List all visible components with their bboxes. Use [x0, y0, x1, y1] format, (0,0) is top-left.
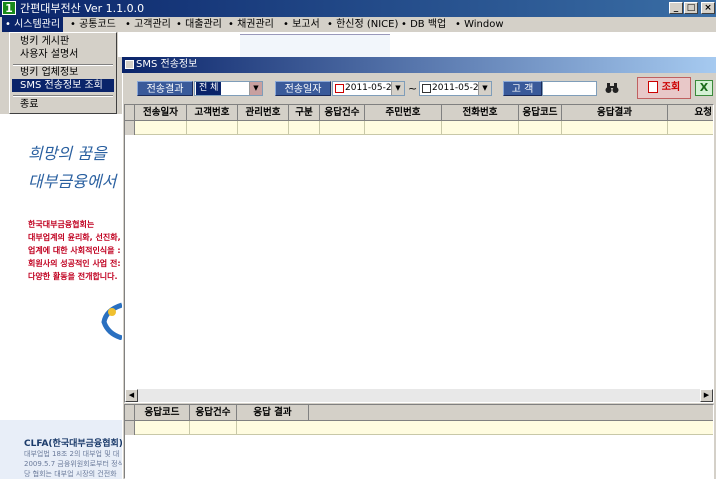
menu-report[interactable]: • 보고서 — [283, 17, 320, 32]
header-filler — [309, 405, 713, 421]
menu-system[interactable]: • 시스템관리 — [2, 17, 64, 32]
date-label: 전송일자 — [275, 81, 331, 96]
sms-response-grid[interactable]: 응답코드 응답건수 응답 결과 — [124, 404, 714, 479]
date-to-value: 2011-05-20 — [432, 83, 485, 93]
menu-item-manual[interactable]: 사용자 설명서 — [12, 48, 114, 61]
assoc-line: 한국대부금융협회는 — [28, 220, 95, 229]
date-to-picker[interactable]: 2011-05-20 ▼ — [419, 81, 492, 96]
mascot-image — [100, 300, 123, 341]
col-header[interactable]: 응답건수 — [190, 405, 237, 421]
menu-item-board[interactable]: 벙키 게시판 — [12, 35, 114, 48]
result-select[interactable]: 전 체 ▼ — [194, 81, 263, 96]
close-window-button[interactable]: × — [701, 2, 715, 14]
sms-window-title: SMS 전송정보 — [136, 59, 198, 70]
customer-label: 고 객 — [503, 81, 542, 96]
window-title: 간편대부전산 Ver 1.1.0.0 — [20, 2, 145, 15]
date-to-checkbox[interactable] — [422, 84, 431, 93]
scroll-left-icon[interactable]: ◀ — [125, 389, 138, 402]
grid-cell[interactable] — [190, 421, 237, 435]
chevron-down-icon[interactable]: ▼ — [478, 82, 491, 95]
menu-common-code[interactable]: • 공통코드 — [70, 17, 116, 32]
clfa-title: CLFA(한국대부금융협회)는 — [24, 439, 132, 449]
grid-cell[interactable] — [442, 121, 519, 135]
col-header[interactable]: 응답건수 — [320, 105, 365, 121]
grid-cell[interactable] — [365, 121, 442, 135]
col-header[interactable]: 관리번호 — [238, 105, 289, 121]
menu-bond[interactable]: • 채권관리 — [228, 17, 274, 32]
col-header[interactable]: 요청 — [668, 105, 713, 121]
customer-input[interactable] — [542, 81, 597, 96]
chevron-down-icon[interactable]: ▼ — [249, 82, 262, 95]
slogan-line-1: 희망의 꿈을 — [28, 144, 107, 163]
sms-window-titlebar: SMS 전송정보 — [122, 57, 716, 73]
menu-db-backup[interactable]: • DB 백업 — [401, 17, 446, 32]
menubar: • 시스템관리 • 공통코드 • 고객관리 • 대출관리 • 채권관리 • 보고… — [0, 17, 716, 32]
minimize-button[interactable]: _ — [669, 2, 683, 14]
grid-cell[interactable] — [668, 121, 713, 135]
search-button[interactable]: 조회 — [637, 77, 691, 99]
grid-cell[interactable] — [135, 421, 190, 435]
result-select-value: 전 체 — [196, 82, 222, 95]
col-header[interactable]: 구분 — [289, 105, 320, 121]
grid-cell[interactable] — [562, 121, 668, 135]
col-header[interactable]: 응답코드 — [519, 105, 562, 121]
app-icon: 1 — [2, 1, 16, 15]
menu-loan[interactable]: • 대출관리 — [176, 17, 222, 32]
clfa-line: 대부업법 18조 2의 대부업 및 대 — [24, 450, 120, 458]
grid-corner — [125, 405, 135, 421]
row-header[interactable] — [125, 121, 135, 135]
horizontal-scrollbar[interactable]: ◀ ▶ — [125, 389, 713, 402]
menu-separator — [13, 95, 113, 97]
menu-customer[interactable]: • 고객관리 — [125, 17, 171, 32]
assoc-line: 다양한 활동을 전개합니다. — [28, 272, 118, 281]
grid-cell[interactable] — [187, 121, 238, 135]
date-from-picker[interactable]: 2011-05-20 ▼ — [332, 81, 405, 96]
background-window-strip — [118, 32, 716, 57]
menu-nice[interactable]: • 한신정 (NICE) — [327, 17, 398, 32]
grid-cell[interactable] — [289, 121, 320, 135]
result-label: 전송결과 — [137, 81, 193, 96]
menu-item-exit[interactable]: 종료 — [12, 98, 114, 111]
assoc-line: 대부업계의 윤리화, 선진화, — [28, 233, 121, 242]
col-header[interactable]: 전화번호 — [442, 105, 519, 121]
col-header[interactable]: 응답코드 — [135, 405, 190, 421]
background-banner — [240, 34, 390, 57]
row-header[interactable] — [125, 421, 135, 435]
menu-window[interactable]: • Window — [455, 17, 504, 32]
search-button-label: 조회 — [661, 82, 681, 93]
main-title-bar: 1 간편대부전산 Ver 1.1.0.0 _ □ × — [0, 0, 716, 17]
restore-button[interactable]: □ — [684, 2, 698, 14]
excel-close-button[interactable]: X — [695, 80, 713, 96]
grid-cell[interactable] — [238, 121, 289, 135]
menu-item-sms-inquiry[interactable]: SMS 전송정보 조회 — [12, 79, 114, 92]
assoc-line: 회원사의 성공적인 사업 전: — [28, 259, 121, 268]
slogan-line-2: 대부금융에서 — [28, 172, 117, 191]
grid-corner — [125, 105, 135, 121]
clfa-line: 2009.5.7 금융위원회로부터 정식 — [24, 460, 125, 468]
col-header[interactable]: 응답결과 — [562, 105, 668, 121]
scroll-right-icon[interactable]: ▶ — [700, 389, 713, 402]
col-header[interactable]: 전송일자 — [135, 105, 187, 121]
date-range-tilde: ~ — [408, 82, 418, 95]
search-doc-icon — [647, 81, 658, 93]
assoc-line: 업계에 대한 사회적인식을 : — [28, 246, 121, 255]
grid-cell[interactable] — [135, 121, 187, 135]
sms-main-grid[interactable]: 전송일자 고객번호 관리번호 구분 응답건수 주민번호 전화번호 응답코드 응답… — [124, 104, 714, 403]
grid-cell[interactable] — [237, 421, 713, 435]
menu-item-company-info[interactable]: 벙키 업체정보 — [12, 66, 114, 79]
grid-cell[interactable] — [519, 121, 562, 135]
col-header[interactable]: 고객번호 — [187, 105, 238, 121]
window-icon — [125, 60, 134, 69]
date-from-checkbox[interactable] — [335, 84, 344, 93]
system-menu-dropdown: 벙키 게시판 사용자 설명서 벙키 업체정보 SMS 전송정보 조회 종료 — [9, 32, 117, 114]
col-header[interactable]: 응답 결과 — [237, 405, 309, 421]
binoculars-icon[interactable] — [605, 82, 619, 94]
chevron-down-icon[interactable]: ▼ — [391, 82, 404, 95]
clfa-line: 당 협회는 대부업 시장의 건전화 — [24, 470, 117, 478]
date-from-value: 2011-05-20 — [345, 83, 398, 93]
grid-cell[interactable] — [320, 121, 365, 135]
col-header[interactable]: 주민번호 — [365, 105, 442, 121]
